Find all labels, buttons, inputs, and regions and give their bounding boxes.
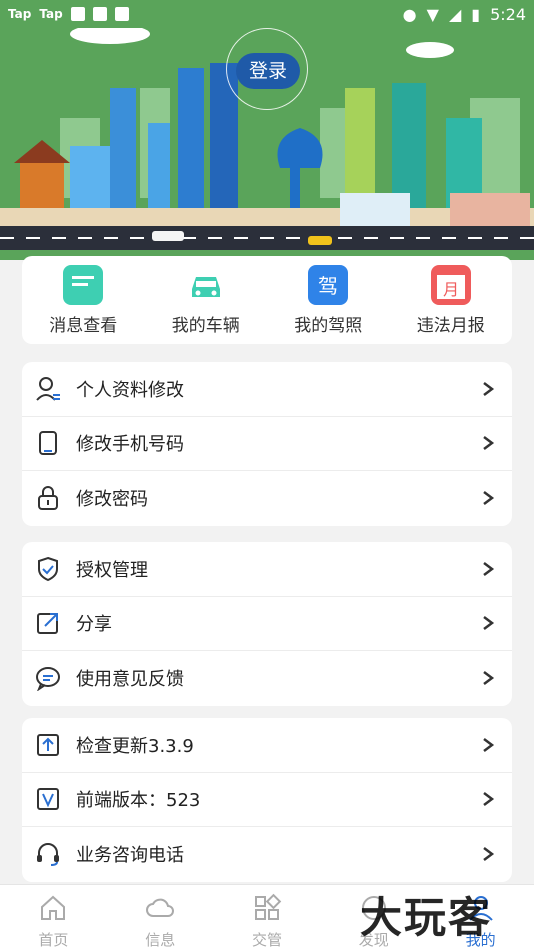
chevron-right-icon: [483, 847, 495, 862]
app-icon: [114, 7, 129, 21]
home-icon: [41, 895, 66, 920]
lock-icon: [34, 484, 62, 512]
version-icon: [34, 785, 62, 813]
menu-item-change-phone[interactable]: 修改手机号码: [22, 417, 512, 471]
menu-item-label: 授权管理: [76, 559, 148, 581]
chevron-right-icon: [483, 792, 495, 807]
signal-icon: ◢: [448, 4, 462, 24]
nav-item-info[interactable]: 信息: [107, 885, 214, 950]
menu-item-label: 使用意见反馈: [76, 669, 184, 691]
battery-icon: ▮: [471, 4, 481, 24]
svg-text:月: 月: [443, 280, 459, 299]
app-icon: [92, 7, 107, 21]
header-banner: 登录: [0, 28, 534, 260]
cloud-icon: [146, 898, 175, 917]
car-icon: [186, 265, 226, 305]
nav-item-home[interactable]: 首页: [0, 885, 107, 950]
menu-group-about: 检查更新3.3.9 前端版本：523 业务咨询电话: [22, 718, 512, 882]
menu-item-label: 检查更新3.3.9: [76, 735, 194, 757]
quick-action-vehicles[interactable]: 我的车辆: [146, 265, 266, 336]
status-time: 5:24: [490, 4, 526, 24]
shield-icon: [34, 555, 62, 583]
login-button[interactable]: 登录: [236, 53, 300, 89]
tap-app-label: Tap: [39, 7, 63, 21]
menu-item-label: 前端版本：523: [76, 790, 201, 812]
menu-item-check-update[interactable]: 检查更新3.3.9: [22, 718, 512, 773]
message-icon: [63, 264, 104, 305]
watermark: 大玩客: [360, 893, 493, 942]
tap-app-label: Tap: [8, 7, 32, 21]
feedback-icon: [34, 664, 62, 692]
license-icon: 驾: [308, 264, 349, 305]
profile-icon: [34, 375, 62, 403]
menu-item-hotline[interactable]: 业务咨询电话: [22, 827, 512, 882]
calendar-icon: 月: [430, 264, 471, 305]
quick-actions-card: 消息查看 我的车辆 驾 我的驾照 月 违法月报: [22, 256, 512, 344]
chevron-right-icon: [483, 436, 495, 451]
svg-text:驾: 驾: [318, 274, 338, 298]
menu-item-label: 修改密码: [76, 489, 148, 511]
status-apps: Tap Tap: [8, 7, 129, 21]
nav-label: 交管: [251, 931, 282, 949]
wifi-icon: ▼: [426, 4, 439, 24]
quick-action-monthly-report[interactable]: 月 违法月报: [391, 264, 511, 336]
quick-action-label: 我的驾照: [294, 315, 363, 336]
nav-label: 信息: [145, 931, 176, 949]
menu-item-share[interactable]: 分享: [22, 597, 512, 651]
quick-action-label: 我的车辆: [171, 315, 240, 336]
menu-item-label: 修改手机号码: [76, 434, 184, 456]
menu-item-label: 分享: [76, 614, 112, 636]
quick-action-label: 违法月报: [416, 315, 485, 336]
nav-item-traffic[interactable]: 交管: [214, 885, 321, 950]
chevron-right-icon: [483, 491, 495, 506]
quick-action-messages[interactable]: 消息查看: [23, 264, 143, 336]
menu-item-frontend-version[interactable]: 前端版本：523: [22, 773, 512, 827]
menu-item-edit-profile[interactable]: 个人资料修改: [22, 362, 512, 417]
headset-icon: [34, 840, 62, 868]
app-icon: [70, 7, 85, 21]
chevron-right-icon: [483, 561, 495, 576]
share-icon: [34, 609, 62, 637]
menu-group-settings: 授权管理 分享 使用意见反馈: [22, 542, 512, 706]
chevron-right-icon: [483, 671, 495, 686]
menu-item-label: 业务咨询电话: [76, 845, 184, 867]
menu-item-authorization[interactable]: 授权管理: [22, 542, 512, 597]
menu-group-account: 个人资料修改 修改手机号码 修改密码: [22, 362, 512, 526]
chevron-right-icon: [483, 616, 495, 631]
status-indicators: ● ▼ ◢ ▮ 5:24: [403, 5, 526, 24]
phone-icon: [34, 429, 62, 457]
quick-action-license[interactable]: 驾 我的驾照: [268, 264, 388, 336]
chevron-right-icon: [483, 737, 495, 752]
grid-icon: [254, 893, 282, 920]
menu-item-feedback[interactable]: 使用意见反馈: [22, 651, 512, 706]
nav-label: 首页: [38, 931, 69, 949]
menu-item-label: 个人资料修改: [76, 379, 184, 401]
chevron-right-icon: [483, 381, 495, 396]
status-bar: Tap Tap ● ▼ ◢ ▮ 5:24: [0, 0, 534, 28]
menu-item-change-password[interactable]: 修改密码: [22, 471, 512, 526]
location-icon: ●: [402, 4, 417, 24]
quick-action-label: 消息查看: [49, 315, 118, 336]
update-icon: [34, 731, 62, 759]
